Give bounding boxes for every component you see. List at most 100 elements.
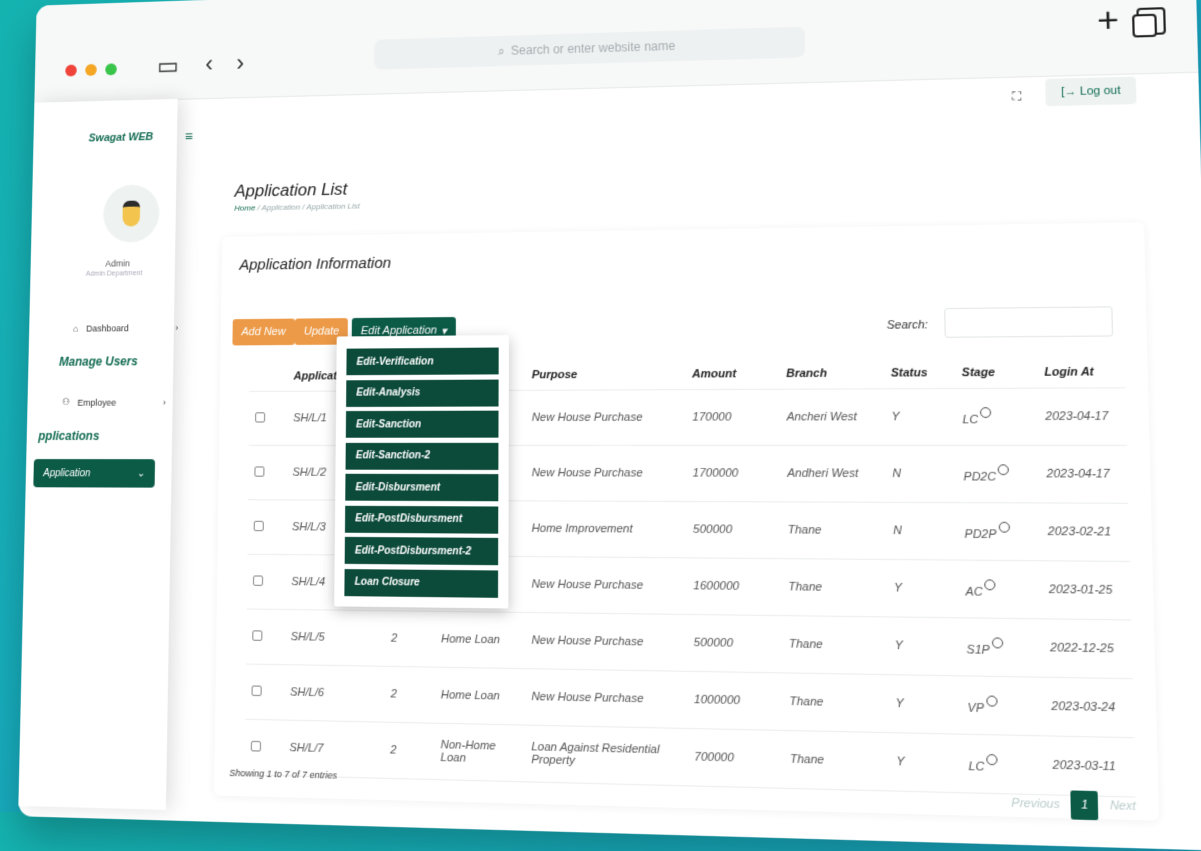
cell-status: N: [886, 502, 958, 560]
cell-value: LC: [968, 760, 985, 774]
clock-icon[interactable]: [986, 754, 998, 766]
menu-toggle-icon[interactable]: ≡: [185, 128, 193, 144]
sidebar-item-application[interactable]: Application ⌄: [33, 459, 156, 488]
fullscreen-icon[interactable]: ⛶: [1012, 89, 1022, 105]
search-icon: ⌕: [498, 43, 505, 58]
logout-button[interactable]: [→ Log out: [1045, 76, 1137, 107]
row-checkbox[interactable]: [255, 411, 266, 423]
cell-value: Thane: [789, 752, 825, 767]
minimize-window-button[interactable]: [85, 63, 97, 76]
cell-c2: 2: [384, 722, 435, 779]
cell-value: Thane: [788, 580, 823, 594]
column-header[interactable]: Login At: [1037, 357, 1125, 388]
cell-login: 2022-12-25: [1043, 619, 1133, 679]
dropdown-item[interactable]: Edit-Sanction: [345, 410, 499, 438]
cell-c2: 2: [385, 611, 435, 667]
cell-value: SH/L/1: [293, 412, 327, 425]
cell-value: New House Purchase: [531, 690, 644, 706]
dropdown-item[interactable]: Edit-Verification: [346, 347, 499, 376]
cell-value: SH/L/5: [290, 630, 325, 644]
window-controls: [65, 63, 117, 77]
cell-value: SH/L/7: [289, 741, 324, 756]
clock-icon[interactable]: [984, 579, 996, 591]
dropdown-item[interactable]: Edit-Sanction-2: [345, 442, 499, 470]
home-icon: ⌂: [73, 323, 79, 334]
cell-stage: PD2P: [957, 503, 1041, 561]
back-icon[interactable]: ‹: [205, 51, 213, 79]
column-header[interactable]: Amount: [686, 359, 780, 389]
cell-value: Thane: [788, 637, 823, 652]
clock-icon[interactable]: [986, 695, 998, 707]
forward-icon[interactable]: ›: [236, 50, 244, 78]
column-header[interactable]: Purpose: [525, 360, 685, 391]
cell-status: Y: [885, 389, 957, 446]
maximize-window-button[interactable]: [105, 63, 117, 76]
cell-value: 2022-12-25: [1050, 641, 1114, 656]
cell-value: 1700000: [692, 467, 739, 480]
cell-value: New House Purchase: [531, 634, 644, 649]
cell-app-no: SH/L/5: [284, 609, 385, 666]
cell-amount: 170000: [686, 389, 781, 445]
search-input[interactable]: [944, 306, 1114, 338]
row-checkbox[interactable]: [253, 520, 264, 531]
cell-value: 500000: [693, 636, 734, 650]
dropdown-item[interactable]: Edit-Analysis: [346, 379, 499, 407]
cell-stage: PD2C: [956, 445, 1040, 503]
breadcrumb-home[interactable]: Home: [234, 203, 255, 212]
tabs-overview-icon[interactable]: [1136, 7, 1166, 36]
cell-stage: VP: [960, 676, 1045, 736]
cell-value: Ancheri West: [786, 410, 858, 424]
cell-value: Home Loan: [440, 688, 500, 703]
page-1-button[interactable]: 1: [1070, 790, 1099, 821]
browser-titlebar: ▭ ‹ › ⌕ Search or enter website name +: [34, 0, 1199, 104]
cell-value: AC: [965, 585, 983, 599]
row-checkbox[interactable]: [251, 684, 262, 696]
cell-value: 2023-02-21: [1047, 525, 1112, 539]
cell-branch: Ancheri West: [780, 389, 885, 446]
cell-value: N: [892, 467, 902, 481]
sidebar-item-label: Dashboard: [86, 323, 129, 334]
sidebar-item-dashboard[interactable]: ⌂ Dashboard ›: [73, 323, 178, 334]
next-button[interactable]: Next: [1110, 799, 1136, 813]
cell-value: SH/L/2: [292, 466, 327, 479]
pagination: Previous 1 Next: [1011, 789, 1136, 821]
column-header[interactable]: Stage: [955, 357, 1038, 388]
column-header[interactable]: Branch: [780, 358, 885, 389]
cell-stage: AC: [958, 560, 1042, 619]
row-checkbox-cell: [248, 445, 287, 499]
cell-branch: Thane: [782, 559, 888, 617]
cell-branch: Thane: [782, 616, 888, 675]
clock-icon[interactable]: [980, 407, 992, 419]
clock-icon[interactable]: [991, 637, 1004, 649]
cell-status: Y: [889, 675, 962, 735]
dropdown-item[interactable]: Edit-PostDisbursment: [344, 505, 499, 534]
previous-button[interactable]: Previous: [1011, 797, 1060, 812]
row-checkbox[interactable]: [254, 465, 265, 477]
new-tab-icon[interactable]: +: [1096, 0, 1119, 42]
add-new-button[interactable]: Add New: [232, 318, 295, 346]
close-window-button[interactable]: [65, 64, 77, 77]
chevron-right-icon: ›: [162, 396, 167, 407]
cell-loan: Home Loan: [435, 611, 525, 668]
row-checkbox-cell: [249, 391, 288, 445]
address-bar[interactable]: ⌕ Search or enter website name: [373, 26, 806, 70]
cell-value: SH/L/3: [291, 521, 326, 534]
sidebar-item-employee[interactable]: ⚇ Employee ›: [62, 396, 167, 408]
dropdown-item[interactable]: Loan Closure: [344, 568, 499, 598]
dropdown-item[interactable]: Edit-PostDisbursment-2: [344, 536, 499, 566]
row-checkbox[interactable]: [252, 629, 263, 641]
cell-amount: 500000: [687, 614, 782, 672]
column-header[interactable]: Status: [884, 358, 955, 389]
clock-icon[interactable]: [998, 521, 1010, 533]
cell-branch: Thane: [783, 730, 890, 790]
cell-stage: LC: [956, 388, 1040, 445]
sidebar-toggle-icon[interactable]: ▭: [157, 52, 179, 81]
cell-login: 2023-04-17: [1038, 388, 1127, 446]
cell-login: 2023-03-24: [1044, 677, 1134, 738]
breadcrumb-application[interactable]: Application: [261, 203, 300, 213]
row-checkbox[interactable]: [250, 740, 262, 752]
admin-name: Admin: [105, 258, 131, 269]
dropdown-item[interactable]: Edit-Disbursment: [345, 473, 499, 502]
clock-icon[interactable]: [998, 464, 1010, 476]
row-checkbox[interactable]: [252, 574, 264, 586]
